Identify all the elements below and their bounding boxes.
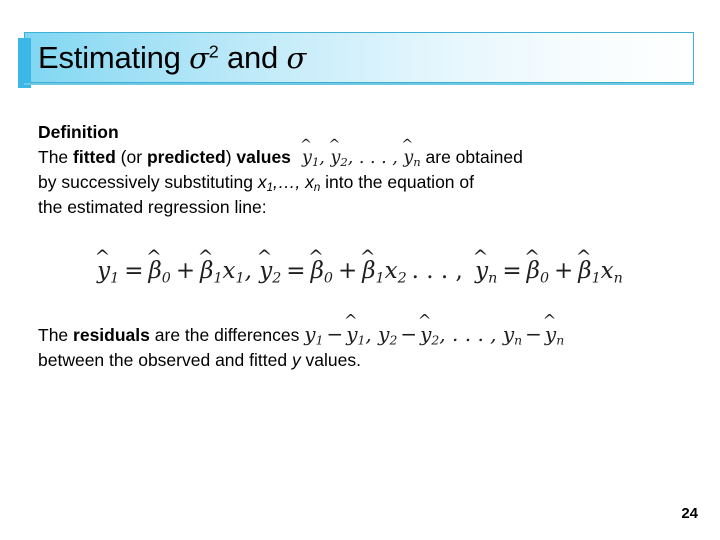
title-underline: [24, 83, 694, 85]
x-sequence-math: x1,…, xn: [257, 172, 321, 194]
text-between-observed: between the observed and fitted: [38, 350, 292, 370]
equation-term-2: ^ y2 = ^ β0 + ^ β1x2: [256, 246, 407, 287]
bold-residuals: residuals: [73, 325, 150, 345]
definition-line-fitted-values: The fitted (or predicted) values ^ y1, ^ y…: [38, 137, 678, 171]
text-are-obtained: are obtained: [420, 146, 523, 167]
residuals-line-1: The residuals are the differences y1− ^ y1…: [38, 311, 698, 348]
text-are-differences: are the differences: [149, 325, 305, 345]
equation-term-1: ^ y1 = ^ β0 + ^ β1x1: [94, 246, 245, 287]
text-the-2: The: [38, 325, 74, 345]
text-or: (or: [115, 146, 147, 167]
equation-term-n: ^ yn = ^ β0 + ^ β1xn: [472, 246, 623, 287]
definition-block: Definition The fitted (or predicted) val…: [38, 120, 678, 219]
title-conjunction: and: [218, 40, 287, 75]
bold-fitted: fitted: [73, 146, 116, 167]
italic-y-variable: y: [291, 350, 301, 370]
definition-heading: Definition: [38, 122, 119, 142]
bold-values: values: [236, 146, 291, 167]
residuals-block: The residuals are the differences y1− ^ y1…: [38, 311, 698, 373]
text-into-equation: into the equation of: [320, 172, 474, 192]
sigma-symbol: σ: [286, 41, 307, 75]
fitted-values-equation: ^ y1 = ^ β0 + ^ β1x1, ^ y2 = ^ β0 + ^ β1x2. . . , ^ yn =…: [94, 246, 623, 287]
title-prefix: Estimating: [38, 40, 190, 75]
sigma-exponent: 2: [208, 41, 219, 62]
residuals-line-2: between the observed and fitted y values…: [38, 348, 698, 373]
text-paren-close: ): [225, 146, 237, 167]
slide-title-banner: Estimating σ2 and σ: [18, 32, 696, 88]
residual-math-expression: y1− ^ y1, y2− ^ y2, . . . , yn − ^ yn: [304, 311, 565, 348]
sigma-squared-symbol: σ2: [189, 41, 219, 75]
text-values: values.: [300, 350, 361, 370]
title-accent-bar: [18, 38, 31, 88]
page-title: Estimating σ2 and σ: [38, 34, 306, 81]
page-number: 24: [681, 505, 698, 522]
text-the: The: [38, 146, 74, 167]
bold-predicted: predicted: [146, 146, 226, 167]
sigma-glyph: σ: [189, 41, 209, 75]
definition-line-regression: the estimated regression line:: [38, 196, 267, 217]
equation-ellipsis: . . . ,: [411, 258, 463, 284]
yhat-sequence-math: ^ y1, ^ y2, . . . , ^ yn: [300, 137, 421, 169]
text-by-substituting: by successively substituting: [38, 172, 258, 192]
definition-line-substituting: by successively substituting x1,…, xn in…: [38, 170, 678, 195]
